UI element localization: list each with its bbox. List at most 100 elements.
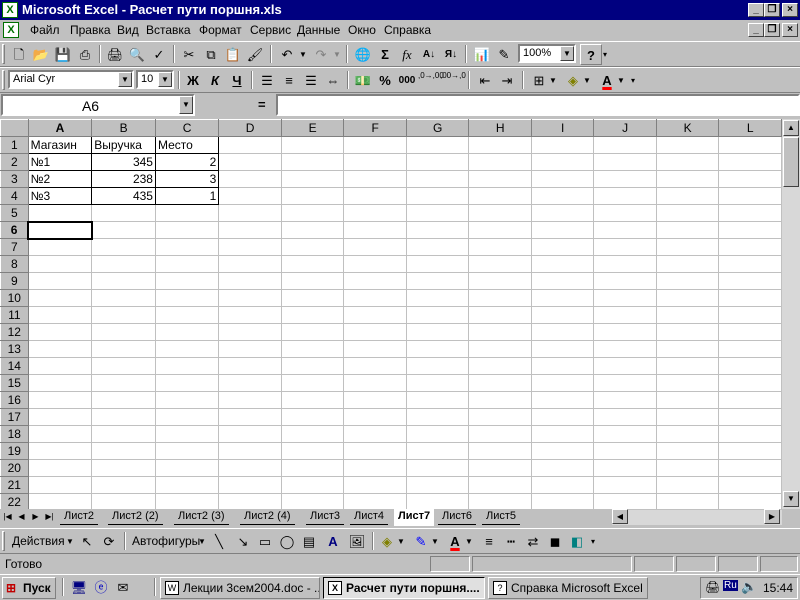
cell[interactable]: 3 xyxy=(154,170,220,188)
cell[interactable] xyxy=(343,493,407,509)
cell[interactable] xyxy=(154,476,220,494)
fill-dropdown-icon[interactable]: ▼ xyxy=(396,531,406,552)
first-sheet-icon[interactable]: |◀ xyxy=(2,510,13,524)
cell[interactable] xyxy=(530,459,595,477)
percent-style-button[interactable]: % xyxy=(374,70,396,91)
cell[interactable] xyxy=(405,408,470,426)
cell[interactable] xyxy=(468,340,532,358)
cell[interactable] xyxy=(718,459,782,477)
cell[interactable] xyxy=(405,221,470,239)
cell[interactable]: Место xyxy=(154,136,220,154)
fill-color-icon[interactable]: ◈ xyxy=(562,70,584,91)
cell[interactable] xyxy=(154,272,220,290)
cell[interactable] xyxy=(530,255,595,273)
cell[interactable] xyxy=(218,425,282,443)
toolbar-options-icon[interactable]: ▾ xyxy=(628,70,638,91)
cell[interactable] xyxy=(405,204,470,222)
cell[interactable] xyxy=(718,289,782,307)
cell[interactable]: 435 xyxy=(91,187,156,205)
formula-input[interactable] xyxy=(276,94,800,116)
cell[interactable] xyxy=(218,323,282,341)
cell[interactable] xyxy=(154,221,220,239)
cell[interactable] xyxy=(91,272,156,290)
cell[interactable] xyxy=(718,170,782,188)
chevron-down-icon[interactable]: ▼ xyxy=(118,72,132,87)
cell[interactable] xyxy=(530,340,595,358)
doc-minimize-button[interactable]: _ xyxy=(748,23,764,37)
free-rotate-icon[interactable]: ⟳ xyxy=(98,531,120,552)
cell[interactable] xyxy=(530,136,595,154)
column-header[interactable]: G xyxy=(405,119,470,137)
row-header[interactable]: 4 xyxy=(0,187,29,205)
cut-icon[interactable]: ✂ xyxy=(178,44,200,65)
office-assistant-icon[interactable]: ? xyxy=(580,44,602,65)
cell[interactable] xyxy=(154,357,220,375)
toolbar-grip[interactable] xyxy=(2,44,5,64)
cell[interactable] xyxy=(468,136,532,154)
save-icon[interactable]: 💾 xyxy=(52,44,74,65)
cell[interactable] xyxy=(593,306,657,324)
cell[interactable] xyxy=(218,442,282,460)
start-button[interactable]: ⊞ Пуск xyxy=(2,577,56,599)
hyperlink-icon[interactable]: 🌐 xyxy=(352,44,374,65)
cell[interactable] xyxy=(718,221,782,239)
cell[interactable] xyxy=(91,459,156,477)
row-header[interactable]: 21 xyxy=(0,476,29,494)
row-header[interactable]: 3 xyxy=(0,170,29,188)
cell[interactable] xyxy=(27,357,93,375)
tab-sheet[interactable]: Лист6 xyxy=(438,509,477,525)
copy-icon[interactable]: ⧉ xyxy=(200,44,222,65)
cell-table[interactable]: ABCDEFGHIJKL 1 Магазин Выручка Место 2 №1 345 2… xyxy=(0,119,782,509)
cell[interactable] xyxy=(530,153,595,171)
cell[interactable] xyxy=(218,238,282,256)
cell[interactable] xyxy=(655,323,720,341)
select-all-corner[interactable] xyxy=(0,119,29,137)
arrow-style-icon[interactable]: ⇄ xyxy=(522,531,544,552)
chevron-down-icon[interactable]: ▼ xyxy=(158,72,172,87)
shadow-icon[interactable]: ◼ xyxy=(544,531,566,552)
cell[interactable] xyxy=(343,374,407,392)
tab-sheet[interactable]: Лист4 xyxy=(350,509,389,525)
cell[interactable] xyxy=(593,221,657,239)
chart-wizard-icon[interactable]: 📊 xyxy=(471,44,493,65)
cell[interactable] xyxy=(593,255,657,273)
cell[interactable] xyxy=(718,187,782,205)
cell[interactable] xyxy=(218,306,282,324)
line-color-icon[interactable]: ✎ xyxy=(410,531,432,552)
cell[interactable] xyxy=(218,340,282,358)
chevron-down-icon[interactable]: ▼ xyxy=(560,46,574,61)
cell[interactable] xyxy=(280,442,345,460)
menu-view[interactable]: Вид xyxy=(117,23,139,37)
cell[interactable] xyxy=(718,374,782,392)
cell[interactable] xyxy=(718,204,782,222)
row-header[interactable]: 14 xyxy=(0,357,29,375)
font-size-select[interactable]: 10 ▼ xyxy=(136,70,174,89)
cell[interactable] xyxy=(530,170,595,188)
cell[interactable] xyxy=(468,272,532,290)
cell[interactable] xyxy=(718,408,782,426)
cell[interactable] xyxy=(655,408,720,426)
cell[interactable] xyxy=(343,391,407,409)
cell[interactable] xyxy=(468,289,532,307)
column-header[interactable]: D xyxy=(218,119,282,137)
cell[interactable] xyxy=(593,442,657,460)
cell[interactable] xyxy=(655,357,720,375)
menu-file[interactable]: Файл xyxy=(30,23,60,37)
cell[interactable] xyxy=(27,204,93,222)
scroll-right-icon[interactable]: ▶ xyxy=(764,509,780,524)
cell[interactable] xyxy=(718,272,782,290)
cell[interactable] xyxy=(280,340,345,358)
worksheet-grid[interactable]: ABCDEFGHIJKL 1 Магазин Выручка Место 2 №1 345 2… xyxy=(0,119,782,509)
cell[interactable] xyxy=(27,442,93,460)
cell[interactable] xyxy=(405,340,470,358)
cell[interactable] xyxy=(530,374,595,392)
align-right-icon[interactable]: ☰ xyxy=(300,70,322,91)
column-header[interactable]: I xyxy=(530,119,595,137)
cell[interactable] xyxy=(280,306,345,324)
tab-sheet[interactable]: Лист2 (3) xyxy=(174,509,229,525)
cell[interactable] xyxy=(405,425,470,443)
prev-sheet-icon[interactable]: ◀ xyxy=(16,510,27,524)
autoshapes-menu[interactable]: Автофигуры xyxy=(132,534,200,548)
row-header[interactable]: 13 xyxy=(0,340,29,358)
tab-sheet[interactable]: Лист2 (2) xyxy=(108,509,163,525)
